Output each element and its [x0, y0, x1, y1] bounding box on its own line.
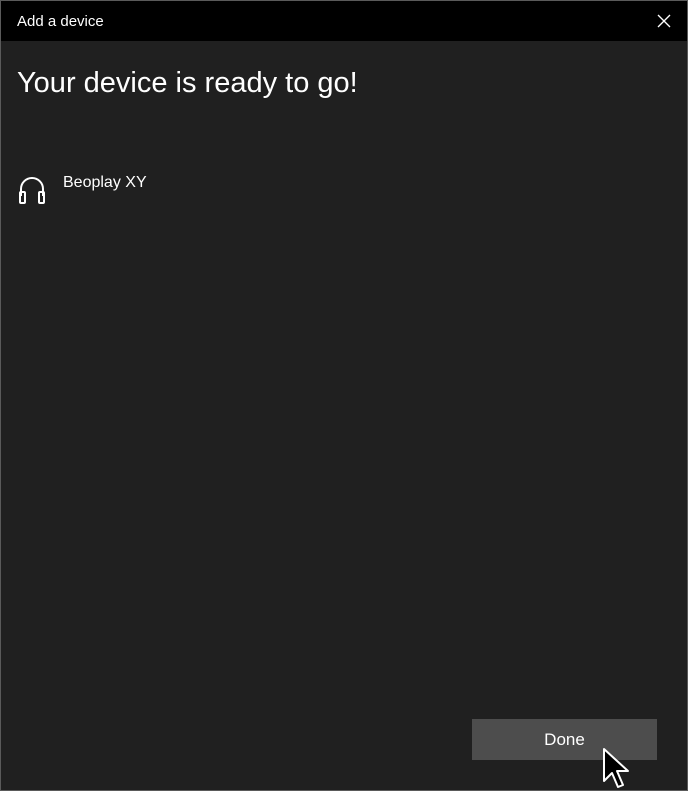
headphones-icon — [17, 174, 47, 204]
close-icon — [657, 14, 671, 28]
add-device-window: Add a device Your device is ready to go!… — [0, 0, 688, 791]
window-title: Add a device — [17, 13, 104, 30]
close-button[interactable] — [641, 1, 687, 41]
title-bar: Add a device — [1, 1, 687, 41]
page-heading: Your device is ready to go! — [17, 67, 358, 99]
device-item: Beoplay XY — [17, 169, 147, 209]
device-name: Beoplay XY — [63, 174, 147, 191]
done-button[interactable]: Done — [472, 719, 657, 760]
